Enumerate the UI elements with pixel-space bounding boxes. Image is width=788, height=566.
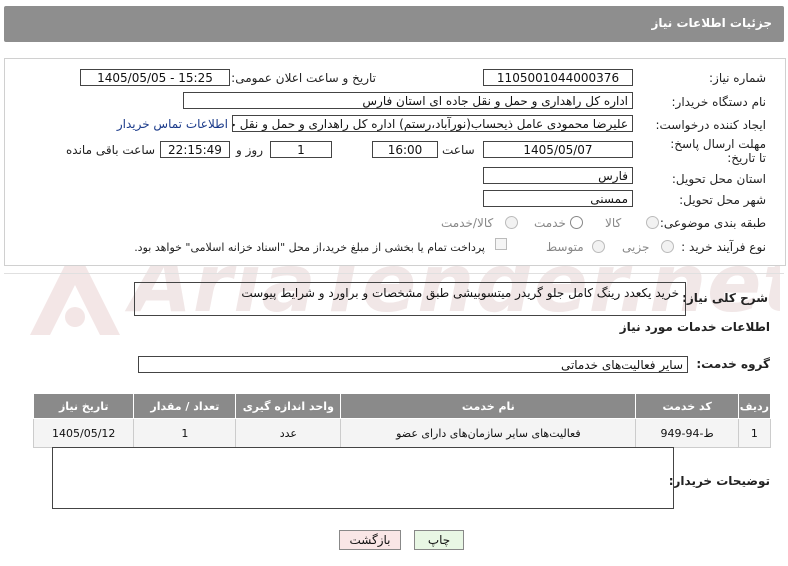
cell-unit: عدد [235,418,342,448]
treasury-note: پرداخت تمام یا بخشی از مبلغ خرید،از محل … [134,241,485,254]
services-section-title: اطلاعات خدمات مورد نیاز [619,320,770,334]
description-label: شرح کلی نیاز: [682,291,768,305]
back-button[interactable]: بازگشت [339,530,401,550]
purchase-radio-medium[interactable] [592,240,605,253]
service-group-label: گروه خدمت: [696,357,770,371]
announce-datetime-field[interactable]: 1405/05/05 - 15:25 [80,69,230,86]
services-table: تاریخ نیاز تعداد / مقدار واحد اندازه گیر… [32,393,772,448]
description-textarea[interactable]: خرید یکعدد رینگ کامل جلو گریدر میتسوبیشی… [134,282,686,316]
deadline-time-field[interactable]: 16:00 [372,141,438,158]
col-need-date: تاریخ نیاز [32,393,135,419]
category-radio-goods-service[interactable] [505,216,518,229]
city-field[interactable]: ممسنی [483,190,633,207]
days-remaining-field[interactable]: 1 [270,141,332,158]
requester-label: ایجاد کننده درخواست: [655,118,766,132]
category-option-goods-service: کالا/خدمت [441,216,494,230]
cell-quantity: 1 [133,418,237,448]
purchase-type-label: نوع فرآیند خرید : [681,240,766,254]
purchase-option-minor: جزیی [622,240,650,254]
buyer-org-label: نام دستگاه خریدار: [671,95,767,109]
table-header-row: تاریخ نیاز تعداد / مقدار واحد اندازه گیر… [32,393,772,419]
deadline-date-field[interactable]: 1405/05/07 [483,141,633,158]
buyer-contact-link[interactable]: اطلاعات تماس خریدار [117,117,228,131]
requester-field[interactable]: علیرضا محمودی عامل ذیحساب(نورآباد،رستم) … [232,115,633,132]
page-header: جزئیات اطلاعات نیاز [4,6,784,42]
cell-service-code: ط-94-949 [635,418,739,448]
need-number-label: شماره نیاز: [709,71,766,85]
cell-service-name: فعالیت‌های سایر سازمان‌های دارای عضو [340,418,637,448]
col-quantity: تعداد / مقدار [133,393,237,419]
need-number-field[interactable]: 1105001044000376 [483,69,633,86]
category-radio-goods[interactable] [646,216,659,229]
buyer-notes-label: توضیحات خریدار: [668,474,770,488]
cell-row-number: 1 [737,418,772,448]
province-field[interactable]: فارس [483,167,633,184]
days-label: روز و [236,143,263,157]
time-remaining-label: ساعت باقی مانده [66,143,156,157]
purchase-radio-minor[interactable] [661,240,674,253]
deadline-time-label: ساعت [442,143,475,157]
col-service-code: کد خدمت [635,393,739,419]
province-label: استان محل تحویل: [671,172,766,186]
category-option-goods: کالا [605,216,622,230]
print-button[interactable]: چاپ [414,530,464,550]
time-remaining-field[interactable]: 22:15:49 [160,141,230,158]
announce-datetime-label: تاریخ و ساعت اعلان عمومی: [231,71,376,85]
divider [4,273,784,274]
purchase-option-medium: متوسط [546,240,584,254]
cell-need-date: 1405/05/12 [32,418,135,448]
treasury-checkbox[interactable] [495,238,507,250]
category-label: طبقه بندی موضوعی: [659,216,766,230]
buyer-org-field[interactable]: اداره کل راهداری و حمل و نقل جاده ای است… [183,92,633,109]
col-service-name: نام خدمت [340,393,637,419]
col-unit: واحد اندازه گیری [235,393,342,419]
table-row: 1405/05/12 1 عدد فعالیت‌های سایر سازمان‌… [32,418,772,448]
buyer-notes-textarea[interactable] [52,447,674,509]
deadline-label: مهلت ارسال پاسخ: تا تاریخ: [670,137,766,165]
page-title: جزئیات اطلاعات نیاز [651,16,772,30]
service-group-field[interactable]: سایر فعالیت‌های خدماتی [138,356,688,373]
category-option-service: خدمت [534,216,566,230]
city-label: شهر محل تحویل: [679,193,766,207]
col-row-number: ردیف [737,393,772,419]
category-radio-service[interactable] [570,216,583,229]
